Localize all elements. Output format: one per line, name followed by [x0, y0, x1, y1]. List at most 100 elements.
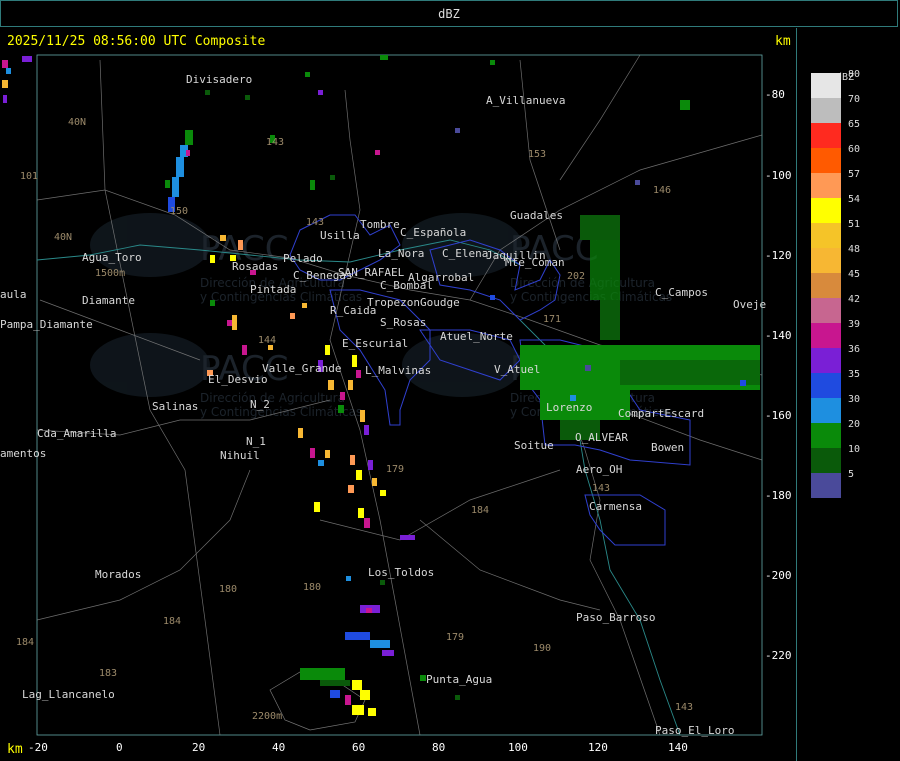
place-label: Agua_Toro	[82, 251, 142, 264]
legend-swatch	[811, 473, 841, 498]
svg-text:-100: -100	[765, 169, 792, 182]
place-label: aula	[0, 288, 27, 301]
radar-map-panel[interactable]: PACC Dirección de Agricultura y Continge…	[0, 28, 797, 761]
svg-text:184: 184	[163, 616, 181, 627]
legend-swatch	[811, 273, 841, 298]
legend-swatch	[811, 98, 841, 123]
place-label: A_Villanueva	[486, 94, 565, 107]
legend-label: 5	[848, 469, 855, 480]
place-label: Atuel_Norte	[440, 330, 513, 343]
svg-text:20: 20	[192, 741, 205, 754]
legend-label: 45	[848, 269, 861, 280]
legend-label: 48	[848, 244, 861, 255]
legend-swatch	[811, 198, 841, 223]
svg-text:202: 202	[567, 271, 585, 282]
legend-swatch	[811, 173, 841, 198]
legend-label: 36	[848, 344, 861, 355]
place-label: Nihuil	[220, 449, 260, 462]
place-label: O_ALVEAR	[575, 431, 628, 444]
place-label: Bowen	[651, 441, 684, 454]
place-label: E_Escurial	[342, 337, 408, 350]
svg-text:100: 100	[508, 741, 528, 754]
svg-text:179: 179	[446, 632, 464, 643]
svg-text:184: 184	[16, 637, 34, 648]
y-axis-ticks: -80 -100 -120 -140 -160 -180 -200 -220	[765, 88, 792, 662]
place-label: El_Desvio	[208, 373, 268, 386]
svg-text:-180: -180	[765, 489, 792, 502]
place-label: Guadales	[510, 209, 563, 222]
place-label: Morados	[95, 568, 141, 581]
legend-label: 10	[848, 444, 861, 455]
place-label: C_Bombal	[380, 279, 433, 292]
legend-swatch	[811, 123, 841, 148]
timestamp-label: 2025/11/25 08:56:00 UTC Composite	[7, 34, 266, 49]
place-label: La_Nora	[378, 247, 424, 260]
legend-swatch	[811, 323, 841, 348]
svg-text:180: 180	[219, 584, 237, 595]
svg-text:-220: -220	[765, 649, 792, 662]
legend-label: 39	[848, 319, 861, 330]
svg-text:40N: 40N	[54, 232, 72, 243]
place-label: Mte_Coman	[505, 256, 565, 269]
legend-label: 35	[848, 369, 861, 380]
place-label: Paso_El_Loro	[655, 724, 734, 737]
svg-text:153: 153	[528, 149, 546, 160]
legend-swatch	[811, 423, 841, 448]
legend-swatch	[811, 373, 841, 398]
place-label: Tombre	[360, 218, 400, 231]
svg-text:40: 40	[272, 741, 285, 754]
svg-text:143: 143	[266, 137, 284, 148]
place-label: L_Malvinas	[365, 364, 431, 377]
svg-text:143: 143	[592, 483, 610, 494]
place-label: CompartEscard	[618, 407, 704, 420]
legend-swatch	[811, 248, 841, 273]
svg-text:143: 143	[306, 217, 324, 228]
radar-map[interactable]: PACC Dirección de Agricultura y Continge…	[0, 28, 797, 761]
legend-swatch	[811, 448, 841, 473]
legend-label: 20	[848, 419, 861, 430]
place-label: Goudge	[420, 296, 460, 309]
legend-swatch	[811, 73, 841, 98]
svg-text:0: 0	[116, 741, 123, 754]
svg-text:1500m: 1500m	[95, 268, 125, 279]
legend-label: 54	[848, 194, 861, 205]
svg-text:146: 146	[653, 185, 671, 196]
place-label: Carmensa	[589, 500, 642, 513]
place-label: amentos	[0, 447, 46, 460]
place-label: Lorenzo	[546, 401, 592, 414]
legend-label: 60	[848, 144, 861, 155]
legend-swatch	[811, 223, 841, 248]
legend-label: 57	[848, 169, 861, 180]
svg-text:120: 120	[588, 741, 608, 754]
place-label: Pampa_Diamante	[0, 318, 93, 331]
svg-text:144: 144	[258, 335, 276, 346]
place-label: Cda_Amarilla	[37, 427, 116, 440]
svg-text:183: 183	[99, 668, 117, 679]
place-label: Aero_OH	[576, 463, 622, 476]
legend-swatch	[811, 398, 841, 423]
svg-text:-120: -120	[765, 249, 792, 262]
x-axis-unit: km	[7, 742, 23, 757]
place-label: Valle_Grande	[262, 362, 341, 375]
place-label: Usilla	[320, 229, 360, 242]
legend-label: 80	[848, 69, 861, 80]
place-label: SAN_RAFAEL	[338, 266, 405, 279]
svg-text:-80: -80	[765, 88, 785, 101]
legend-swatch	[811, 148, 841, 173]
place-label: Soitue	[514, 439, 554, 452]
window-title: dBZ	[438, 7, 460, 21]
place-label: Los_Toldos	[368, 566, 434, 579]
svg-text:150: 150	[170, 206, 188, 217]
place-label: Diamante	[82, 294, 135, 307]
place-label: N_1	[246, 435, 266, 448]
place-label: Paso_Barroso	[576, 611, 655, 624]
svg-text:101: 101	[20, 171, 38, 182]
svg-text:190: 190	[533, 643, 551, 654]
legend-label: 70	[848, 94, 861, 105]
svg-text:-200: -200	[765, 569, 792, 582]
legend-label: 65	[848, 119, 861, 130]
place-label: Lag_Llancanelo	[22, 688, 115, 701]
svg-text:179: 179	[386, 464, 404, 475]
place-label: N_2	[250, 398, 270, 411]
place-label: C_Campos	[655, 286, 708, 299]
